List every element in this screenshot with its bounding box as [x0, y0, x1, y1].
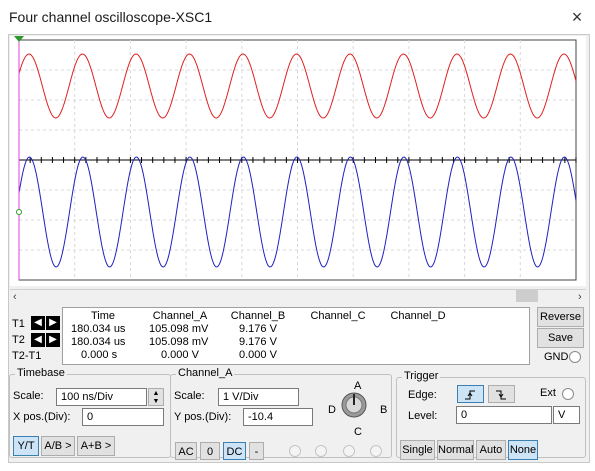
timebase-title: Timebase — [15, 367, 67, 379]
scope-scrollbar[interactable] — [10, 289, 586, 304]
timebase-scale-spinner[interactable]: ▲ ▼ — [148, 388, 164, 406]
dt-time: 0.000 s — [81, 349, 118, 361]
single-trigger-button[interactable]: Single — [400, 440, 435, 460]
falling-edge-icon[interactable] — [488, 385, 515, 403]
knob-label-d: D — [328, 404, 336, 416]
trigger-title: Trigger — [402, 370, 441, 382]
t1-channel-b: 9.176 V — [239, 323, 277, 335]
channel-terminal-d[interactable] — [370, 445, 382, 457]
t2-channel-b: 9.176 V — [239, 336, 277, 348]
dc-coupling-button[interactable]: DC — [223, 442, 246, 460]
ext-label: Ext — [540, 387, 556, 399]
t2-t1-label: T2-T1 — [12, 350, 42, 362]
channel-terminal-c[interactable] — [343, 445, 355, 457]
normal-trigger-button[interactable]: Normal — [437, 440, 474, 460]
dt-channel-b: 0.000 V — [239, 349, 277, 361]
t2-left-arrow-icon[interactable]: ◀ — [31, 333, 45, 347]
t1-label: T1 — [12, 318, 25, 330]
auto-trigger-button[interactable]: Auto — [476, 440, 506, 460]
scroll-thumb[interactable] — [516, 290, 538, 302]
t1-left-arrow-icon[interactable]: ◀ — [31, 316, 45, 330]
header-channel-a: Channel_A — [152, 310, 208, 322]
window-title: Four channel oscilloscope-XSC1 — [9, 9, 213, 25]
timebase-xpos-input[interactable]: 0 — [82, 408, 164, 426]
channel-title: Channel_A — [176, 367, 235, 379]
t2-right-arrow-icon[interactable]: ▶ — [46, 333, 60, 347]
gnd-label: GND — [544, 351, 569, 363]
channel-terminal-a[interactable] — [289, 445, 301, 457]
t2-time: 180.034 us — [71, 336, 126, 348]
ground-marker-icon — [16, 209, 22, 215]
channel-selector-knob-icon[interactable] — [340, 391, 368, 419]
ext-terminal[interactable] — [562, 388, 574, 400]
ac-coupling-button[interactable]: AC — [175, 442, 197, 460]
t1-time: 180.034 us — [71, 323, 126, 335]
timebase-scale-input[interactable]: 100 ns/Div — [56, 388, 147, 406]
scroll-left-icon[interactable]: ‹ — [13, 290, 17, 304]
t2-label: T2 — [12, 334, 25, 346]
level-label: Level: — [408, 410, 438, 422]
scroll-right-icon[interactable]: › — [578, 290, 582, 304]
channel-ypos-label: Y pos.(Div): — [174, 411, 232, 423]
edge-label: Edge: — [408, 389, 437, 401]
a-plus-b-mode-button[interactable]: A+B > — [77, 436, 115, 456]
t1-right-arrow-icon[interactable]: ▶ — [46, 316, 60, 330]
ab-mode-button[interactable]: A/B > — [41, 436, 75, 456]
level-unit[interactable]: V — [553, 406, 580, 424]
gnd-terminal[interactable] — [569, 351, 581, 363]
header-channel-b: Channel_B — [230, 310, 286, 322]
close-icon[interactable]: × — [566, 6, 588, 28]
invert-button[interactable]: - — [249, 442, 264, 460]
channel-scale-label: Scale: — [174, 390, 205, 402]
yt-mode-button[interactable]: Y/T — [13, 436, 39, 456]
reverse-button[interactable]: Reverse — [537, 307, 584, 327]
knob-label-c: C — [354, 426, 362, 438]
level-input[interactable]: 0 — [456, 406, 552, 424]
channel-ypos-input[interactable]: -10.4 — [243, 408, 313, 426]
none-trigger-button[interactable]: None — [508, 440, 538, 460]
channel-terminal-b[interactable] — [315, 445, 327, 457]
timebase-xpos-label: X pos.(Div): — [13, 411, 71, 423]
rising-edge-icon[interactable] — [457, 385, 484, 403]
knob-label-b: B — [380, 404, 388, 416]
header-time: Time — [90, 310, 116, 322]
t1-channel-a: 105.098 mV — [149, 323, 209, 335]
dt-channel-a: 0.000 V — [161, 349, 199, 361]
zero-coupling-button[interactable]: 0 — [200, 442, 220, 460]
header-channel-c: Channel_C — [310, 310, 366, 322]
save-button[interactable]: Save — [537, 328, 584, 348]
header-channel-d: Channel_D — [390, 310, 446, 322]
cursor-readout: Time Channel_A Channel_B Channel_C Chann… — [62, 307, 530, 365]
scope-display[interactable] — [10, 36, 586, 286]
channel-scale-input[interactable]: 1 V/Div — [218, 388, 299, 406]
t2-channel-a: 105.098 mV — [149, 336, 209, 348]
waveform-plot — [14, 36, 577, 281]
timebase-scale-label: Scale: — [13, 390, 44, 402]
